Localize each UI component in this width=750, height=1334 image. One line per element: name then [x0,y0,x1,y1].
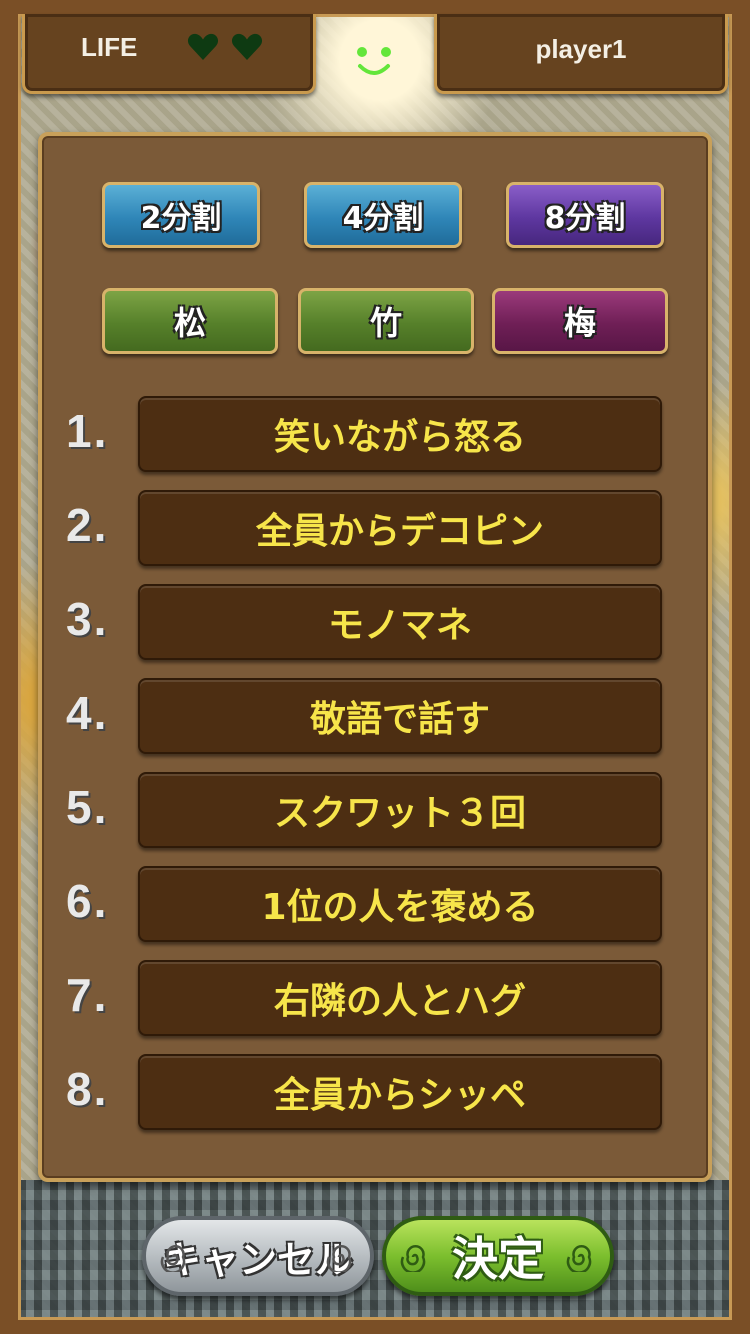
penalty-item[interactable]: 笑いながら怒る [138,396,662,472]
penalty-number: 8. [66,1063,109,1115]
penalty-number: 1. [66,405,109,457]
smile-face-icon [357,47,391,75]
cancel-label: キャンセル [162,1237,353,1282]
swirl-icon [160,1244,186,1272]
penalty-item[interactable]: 全員からシッペ [138,1054,662,1130]
penalty-item[interactable]: 敬語で話す [138,678,662,754]
player-name: player1 [535,34,627,64]
confirm-button[interactable]: 決定 [382,1216,614,1296]
penalty-number: 2. [66,499,109,551]
grade-ume-button[interactable]: 梅 [492,288,668,354]
penalty-number: 3. [66,593,109,645]
split-4-button[interactable]: 4分割 [304,182,462,248]
penalty-item[interactable]: 1位の人を褒める [138,866,662,942]
swirl-icon [326,1244,352,1272]
split-8-button[interactable]: 8分割 [506,182,664,248]
penalty-settings-panel: 2分割 4分割 8分割 松 竹 梅 1. 笑いながら怒る 2. 全員からデコピン… [38,132,712,1182]
penalty-item[interactable]: 右隣の人とハグ [138,960,662,1036]
penalty-number: 4. [66,687,109,739]
penalty-number: 6. [66,875,109,927]
heart-icon [231,33,263,60]
split-2-button[interactable]: 2分割 [102,182,260,248]
penalty-item[interactable]: スクワット３回 [138,772,662,848]
life-label: LIFE [81,32,138,62]
grade-take-button[interactable]: 竹 [298,288,474,354]
player-panel: player1 [434,14,728,94]
life-panel: LIFE [22,14,316,94]
penalty-number: 7. [66,969,109,1021]
cancel-button[interactable]: キャンセル [142,1216,374,1296]
penalty-item[interactable]: モノマネ [138,584,662,660]
penalty-item[interactable]: 全員からデコピン [138,490,662,566]
swirl-icon [400,1244,426,1272]
background-mosaic [18,1180,730,1320]
confirm-label: 決定 [452,1232,544,1286]
penalty-number: 5. [66,781,109,833]
heart-icon [187,33,219,60]
grade-matsu-button[interactable]: 松 [102,288,278,354]
swirl-icon [566,1244,592,1272]
